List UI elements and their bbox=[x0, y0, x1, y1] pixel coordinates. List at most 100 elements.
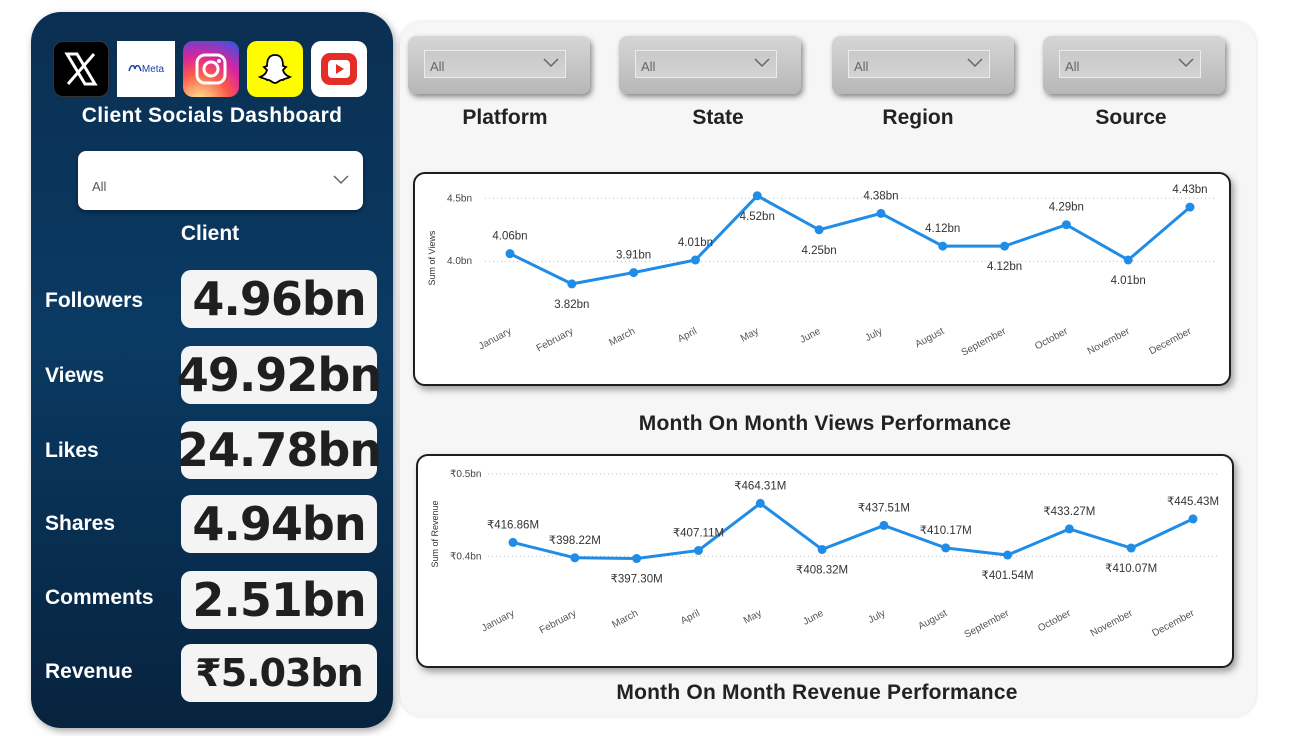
revenue-chart-title: Month On Month Revenue Performance bbox=[616, 681, 1018, 704]
kpi-value-likes: 24.78bn bbox=[176, 421, 382, 479]
x-tick-label: March bbox=[607, 326, 637, 349]
data-label: 4.38bn bbox=[863, 190, 898, 202]
data-label: 4.06bn bbox=[492, 231, 527, 243]
x-tick-label: November bbox=[1089, 608, 1135, 640]
data-label: ₹398.22M bbox=[549, 535, 601, 547]
chevron-down-icon bbox=[1178, 58, 1194, 68]
client-filter-label: Client bbox=[180, 222, 240, 245]
data-label: ₹397.30M bbox=[611, 574, 663, 586]
data-label: 4.25bn bbox=[801, 245, 836, 257]
source-dropdown-value: All bbox=[1065, 59, 1080, 74]
data-label: ₹401.54M bbox=[982, 570, 1034, 582]
state-dropdown[interactable]: All bbox=[619, 36, 801, 94]
data-point bbox=[632, 554, 642, 564]
meta-logo-text: Meta bbox=[141, 63, 165, 75]
meta-logo-icon: Meta bbox=[117, 41, 175, 97]
x-tick-label: March bbox=[610, 608, 640, 631]
data-label: ₹407.11M bbox=[673, 527, 724, 539]
x-tick-label: June bbox=[801, 608, 826, 628]
data-label: 4.29bn bbox=[1049, 202, 1084, 214]
region-dropdown[interactable]: All bbox=[832, 36, 1014, 94]
y-tick-label: 4.0bn bbox=[447, 256, 472, 267]
data-point bbox=[1126, 543, 1136, 553]
kpi-label-shares: Shares bbox=[45, 512, 116, 535]
data-point bbox=[1003, 550, 1013, 560]
data-point bbox=[755, 498, 765, 508]
data-label: ₹408.32M bbox=[796, 564, 848, 576]
kpi-value-followers: 4.96bn bbox=[181, 270, 377, 328]
x-tick-label: September bbox=[963, 608, 1012, 641]
revenue-chart-card: Sum of Revenue ₹0.4bn ₹0.5bn ₹416.86M Januar… bbox=[416, 454, 1234, 668]
data-point bbox=[814, 225, 824, 235]
kpi-label-revenue: Revenue bbox=[45, 660, 133, 683]
kpi-value-shares: 4.94bn bbox=[181, 495, 377, 553]
kpi-value-comments: 2.51bn bbox=[181, 571, 377, 629]
x-tick-label: April bbox=[679, 608, 702, 627]
region-dropdown-box[interactable]: All bbox=[848, 50, 990, 78]
data-label: ₹445.43M bbox=[1167, 496, 1219, 508]
data-point bbox=[941, 543, 951, 553]
data-point bbox=[570, 553, 580, 563]
kpi-label-likes: Likes bbox=[45, 439, 99, 462]
platform-dropdown-box[interactable]: All bbox=[424, 50, 566, 78]
source-filter-label: Source bbox=[1095, 106, 1167, 129]
x-tick-label: December bbox=[1151, 608, 1197, 640]
x-tick-label: July bbox=[863, 326, 884, 344]
chevron-down-icon bbox=[333, 175, 349, 185]
series-line bbox=[509, 193, 1191, 286]
state-dropdown-box[interactable]: All bbox=[635, 50, 777, 78]
data-point bbox=[1000, 241, 1010, 251]
y-axis-title: Sum of Views bbox=[427, 230, 437, 285]
y-tick-label: 4.5bn bbox=[447, 193, 472, 204]
client-dropdown[interactable]: All bbox=[78, 151, 363, 210]
dashboard-page: Meta Client Socials Dashboard All Client… bbox=[0, 0, 1293, 736]
main-content-panel: All Platform All State All Region All So… bbox=[400, 22, 1256, 716]
data-point bbox=[817, 544, 827, 554]
dashboard-title: Client Socials Dashboard bbox=[81, 104, 343, 127]
chevron-down-icon bbox=[543, 58, 559, 68]
views-line-chart: Sum of Views 4.0bn 4.5bn 4.06bn January 3.82b… bbox=[427, 184, 1215, 359]
data-label: ₹464.31M bbox=[734, 480, 786, 492]
data-label: 4.12bn bbox=[925, 223, 960, 235]
source-dropdown-box[interactable]: All bbox=[1059, 50, 1201, 78]
state-dropdown-value: All bbox=[641, 59, 656, 74]
data-point bbox=[938, 241, 948, 251]
snapchat-logo-icon bbox=[247, 41, 303, 97]
x-tick-label: February bbox=[535, 326, 575, 354]
data-point bbox=[876, 208, 886, 218]
x-tick-label: October bbox=[1036, 608, 1073, 635]
instagram-logo-icon bbox=[183, 41, 239, 97]
data-label: 4.52bn bbox=[740, 211, 775, 223]
data-point bbox=[505, 249, 515, 259]
revenue-line-chart: Sum of Revenue ₹0.4bn ₹0.5bn ₹416.86M Januar… bbox=[430, 469, 1219, 641]
data-point bbox=[1064, 524, 1074, 534]
platform-dropdown-value: All bbox=[430, 59, 445, 74]
source-dropdown[interactable]: All bbox=[1043, 36, 1225, 94]
data-label: 4.01bn bbox=[1111, 275, 1146, 287]
x-tick-label: May bbox=[742, 608, 764, 627]
x-tick-label: August bbox=[913, 326, 946, 350]
x-tick-label: August bbox=[916, 608, 949, 632]
y-tick-label: ₹0.4bn bbox=[450, 551, 481, 562]
youtube-logo-icon bbox=[311, 41, 367, 97]
data-point bbox=[567, 279, 577, 289]
data-point bbox=[1188, 514, 1198, 524]
data-point bbox=[752, 191, 762, 201]
data-label: ₹410.17M bbox=[920, 525, 972, 537]
x-tick-label: May bbox=[739, 326, 761, 345]
views-chart-card: Sum of Views 4.0bn 4.5bn 4.06bn January 3.82b… bbox=[413, 172, 1231, 386]
x-tick-label: April bbox=[676, 326, 699, 345]
chevron-down-icon bbox=[967, 58, 983, 68]
data-label: ₹433.27M bbox=[1043, 506, 1095, 518]
y-tick-label: ₹0.5bn bbox=[450, 469, 481, 480]
data-label: 4.43bn bbox=[1172, 184, 1207, 196]
data-label: 4.12bn bbox=[987, 261, 1022, 273]
platform-dropdown[interactable]: All bbox=[408, 36, 590, 94]
data-point bbox=[1185, 202, 1195, 212]
data-point bbox=[693, 545, 703, 555]
data-point bbox=[879, 520, 889, 530]
client-dropdown-value: All bbox=[92, 179, 107, 194]
kpi-value-revenue: ₹5.03bn bbox=[181, 644, 377, 702]
platform-logos: Meta bbox=[53, 41, 367, 97]
state-filter-label: State bbox=[692, 106, 744, 129]
